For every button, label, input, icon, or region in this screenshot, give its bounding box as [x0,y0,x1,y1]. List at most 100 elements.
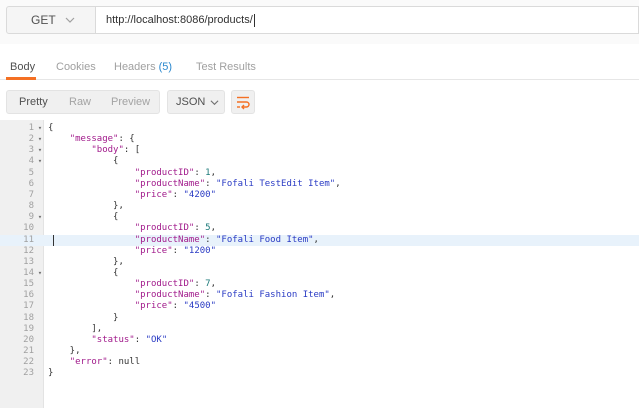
code-line: 4 ▾ { [0,156,639,167]
code-token: : [172,189,184,200]
line-number: 2 [28,134,34,145]
wrap-lines-button[interactable] [231,90,255,114]
code-text: "price": "4200" [48,190,216,201]
format-label: JSON [176,96,206,108]
fold-toggle-icon[interactable]: ▾ [36,268,44,279]
active-tab-indicator [6,77,36,80]
code-token: : [205,178,216,189]
method-label: GET [31,13,56,27]
code-token: }, [48,201,124,212]
code-text: "price": "4500" [48,301,216,312]
line-number: 11 [23,234,34,245]
line-number: 22 [23,357,34,368]
line-number: 18 [23,312,34,323]
code-text: } [48,368,53,379]
code-text: "productID": 7, [48,279,216,290]
code-token: "body" [91,145,124,156]
code-text: } [48,313,118,324]
line-number: 3 [28,145,34,156]
code-token: { [48,156,119,167]
code-token: "Fofali Food Item" [216,234,314,245]
fold-toggle-icon[interactable]: ▾ [36,212,44,223]
line-number: 12 [23,245,34,256]
code-line: 2 ▾ "message": { [0,134,639,145]
line-number: 21 [23,346,34,356]
code-text: { [48,268,118,279]
line-number: 14 [23,267,34,278]
code-token: "Fofali Fashion Item" [216,290,330,301]
code-token: }, [48,256,124,267]
fold-toggle-icon[interactable]: ▾ [36,156,44,167]
code-line: 18 } [0,313,639,324]
code-token: { [48,267,119,278]
line-number: 8 [28,201,34,212]
fold-toggle-icon[interactable]: ▾ [36,123,44,134]
view-pretty-button[interactable]: Pretty [19,96,48,108]
code-token: "4500" [183,301,216,312]
code-token: "price" [134,189,173,200]
code-token: : [205,290,216,301]
tab-headers[interactable]: Headers (5) [114,61,172,73]
code-text: "productID": 5, [48,223,216,234]
line-number: 23 [23,368,34,379]
code-text: "productName": "Fofali Fashion Item", [48,290,336,301]
editor-cursor [53,234,54,246]
code-token: "productID" [134,279,195,290]
code-text: "error": null [48,357,140,368]
tab-headers-label: Headers [114,61,156,73]
line-number: 5 [28,167,34,178]
tab-test-results[interactable]: Test Results [196,61,256,73]
response-tabs: Body Cookies Headers (5) Test Results [0,56,639,80]
format-select[interactable]: JSON [167,90,225,114]
code-token: "price" [134,301,173,312]
code-token: : [194,223,206,234]
code-token: "Fofali TestEdit Item" [216,178,336,189]
response-toolbar: Pretty Raw Preview JSON [0,88,639,116]
chevron-down-icon [65,17,75,23]
code-token: : [134,334,146,345]
view-preview-button[interactable]: Preview [111,96,150,108]
fold-toggle-icon[interactable]: ▾ [36,145,44,156]
view-mode-group: Pretty Raw Preview [6,90,160,114]
code-token: }, [48,346,81,356]
code-text: "productName": "Fofali TestEdit Item", [48,179,341,190]
request-bar: GET http://localhost:8086/products/ [0,0,639,44]
code-token: , [335,178,341,189]
code-line: 7 "price": "4200" [0,190,639,201]
code-line: 14 ▾ { [0,268,639,279]
code-text: }, [48,346,81,357]
code-text: "status": "OK" [48,335,167,346]
method-select[interactable]: GET [6,6,96,34]
code-text: }, [48,257,124,268]
code-line: 22 "error": null [0,357,639,368]
code-line: 10 "productID": 5, [0,223,639,234]
code-token: , [313,234,319,245]
code-token: "OK" [145,334,168,345]
code-token: : null [107,357,141,368]
code-text: "productID": 1, [48,168,216,179]
url-text: http://localhost:8086/products/ [106,14,253,26]
code-token: : [172,301,184,312]
code-text: "price": "1200" [48,246,216,257]
code-text: }, [48,201,124,212]
tab-cookies[interactable]: Cookies [56,61,96,73]
response-body-editor[interactable]: 1 ▾{2 ▾ "message": {3 ▾ "body": [4 ▾ {5 "pro… [0,120,639,408]
code-token: "productName" [134,290,206,301]
code-line: 8 }, [0,201,639,212]
code-token: , [329,290,336,301]
code-text: { [48,212,118,223]
code-line: 17 "price": "4500" [0,301,639,312]
tab-body[interactable]: Body [10,61,35,73]
view-raw-button[interactable]: Raw [69,96,91,108]
code-token: "productName" [134,234,206,245]
url-input[interactable]: http://localhost:8086/products/ [96,6,639,34]
code-token: ], [48,323,103,334]
fold-toggle-icon[interactable]: ▾ [36,134,44,145]
